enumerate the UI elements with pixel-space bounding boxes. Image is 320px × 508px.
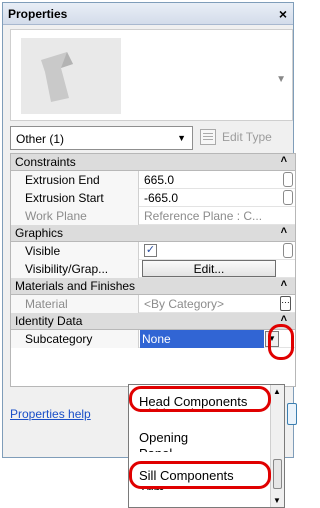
properties-help-link[interactable]: Properties help (10, 407, 91, 421)
group-label: Graphics (15, 226, 64, 240)
visibility-value-cell: Edit... (140, 260, 280, 278)
family-preview-image (21, 38, 121, 114)
group-label: Materials and Finishes (15, 279, 136, 293)
prop-name: Extrusion End (11, 171, 139, 189)
group-graphics[interactable]: Graphics ˄ (11, 225, 295, 242)
option-hidden-lines[interactable]: Hidden Lines (139, 406, 215, 412)
prop-name: Subcategory (11, 330, 139, 348)
collapse-icon[interactable]: ˄ (281, 225, 287, 237)
properties-grid: Constraints ˄ Extrusion End 665.0 Extrus… (10, 153, 296, 387)
prop-visible: Visible ✓ (11, 242, 295, 260)
scrollbar[interactable] (283, 243, 293, 258)
scroll-down-icon[interactable]: ▼ (273, 496, 281, 505)
visibility-edit-button[interactable]: Edit... (142, 260, 276, 277)
prop-extrusion-end: Extrusion End 665.0 (11, 171, 295, 189)
prop-name: Work Plane (11, 207, 139, 225)
type-selector-value: Other (1) (16, 132, 65, 146)
work-plane-value: Reference Plane : C... (144, 209, 263, 223)
chevron-down-icon[interactable]: ▼ (265, 331, 279, 347)
dropdown-scrollbar[interactable]: ▲ ▼ (270, 385, 284, 507)
group-identity-data[interactable]: Identity Data ˄ (11, 313, 295, 330)
collapse-icon[interactable]: ˄ (281, 278, 287, 290)
option-opening[interactable]: Opening (139, 430, 188, 445)
collapse-icon[interactable]: ˄ (281, 154, 287, 166)
group-label: Identity Data (15, 314, 83, 328)
option-sill-components[interactable]: Sill Components (139, 468, 234, 483)
prop-name: Extrusion Start (11, 189, 139, 207)
option-panel[interactable]: Panel (139, 446, 172, 452)
extrusion-start-field[interactable]: -665.0 (140, 189, 280, 207)
subcategory-dropdown-list: Head Components Hidden Lines Opening Pan… (128, 384, 285, 508)
scrollbar[interactable] (283, 172, 293, 187)
scroll-thumb[interactable] (273, 459, 282, 489)
prop-extrusion-start: Extrusion Start -665.0 (11, 189, 295, 207)
group-label: Constraints (15, 155, 76, 169)
option-trim[interactable]: Trim (139, 484, 165, 490)
apply-button[interactable] (287, 403, 297, 425)
material-value: <By Category> (144, 297, 225, 311)
collapse-icon[interactable]: ˄ (281, 313, 287, 325)
edit-type-label: Edit Type (222, 130, 272, 144)
prop-name: Material (11, 295, 139, 313)
group-materials[interactable]: Materials and Finishes ˄ (11, 278, 295, 295)
prop-work-plane: Work Plane Reference Plane : C... (11, 207, 295, 225)
visible-value-cell: ✓ (140, 242, 280, 260)
group-constraints[interactable]: Constraints ˄ (11, 154, 295, 171)
palette-title: Properties (8, 7, 68, 21)
chevron-down-icon: ▼ (177, 133, 186, 143)
scroll-up-icon[interactable]: ▲ (273, 387, 281, 396)
associate-parameter-button[interactable] (280, 295, 291, 311)
scrollbar[interactable] (283, 190, 293, 205)
prop-subcategory: Subcategory None ▼ (11, 330, 295, 348)
title-bar[interactable]: Properties × (3, 3, 293, 25)
prop-material: Material <By Category> (11, 295, 295, 313)
type-preview: ▼ (10, 29, 293, 121)
subcategory-select[interactable]: None (140, 330, 264, 348)
edit-type-icon (200, 129, 216, 145)
prop-visibility-graphics: Visibility/Grap... Edit... (11, 260, 295, 278)
visible-checkbox[interactable]: ✓ (144, 244, 157, 257)
prop-name: Visibility/Grap... (11, 260, 139, 278)
prop-name: Visible (11, 242, 139, 260)
type-selector-dropdown[interactable]: Other (1) ▼ (10, 126, 193, 150)
type-selector-row: Other (1) ▼ Edit Type (10, 126, 293, 150)
close-icon[interactable]: × (279, 6, 287, 22)
extrusion-end-field[interactable]: 665.0 (140, 171, 280, 189)
chevron-down-icon[interactable]: ▼ (276, 74, 286, 85)
